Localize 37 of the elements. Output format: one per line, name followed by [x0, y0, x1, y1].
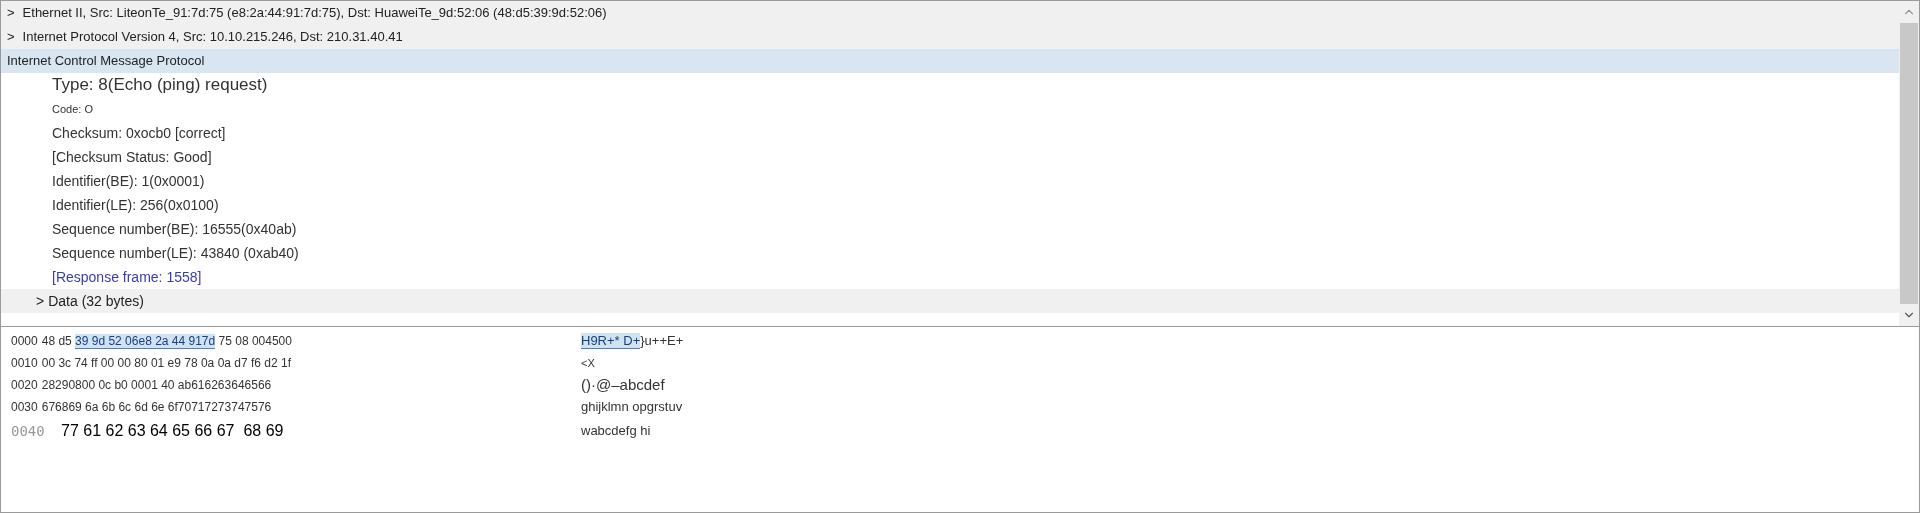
field-label: Sequence number(BE): 16555(0x40ab) — [52, 219, 297, 239]
hex-offset: 0030 — [11, 399, 38, 416]
ascii-text: wabcdefg hi — [581, 423, 651, 439]
expander-icon[interactable]: > — [7, 3, 15, 23]
hex-bytes: 00 3c 74 ff 00 00 80 01 e9 78 0a 0a d7 f6 d2 1f — [41, 355, 292, 372]
scrollbar-thumb[interactable] — [1900, 23, 1918, 304]
scrollbar[interactable] — [1899, 1, 1919, 326]
hex-offset: 0020 — [11, 377, 38, 394]
field-label: Checksum: 0xocb0 [correct] — [52, 123, 226, 143]
field-label: Data (32 bytes) — [48, 291, 144, 311]
ascii-text: <X — [581, 356, 595, 369]
hex-bytes: 77 61 62 63 64 65 66 67 68 69 — [61, 421, 284, 441]
hex-bytes: 676869 6a 6b 6c 6d 6e 6f70717273747576 — [41, 399, 272, 416]
ascii-text: ()·@–abcdef — [581, 375, 665, 393]
hex-offset: 0040 — [10, 421, 46, 441]
protocol-label: Internet Control Message Protocol — [7, 52, 205, 71]
tree-row[interactable]: > Ethernet II, Src: LiteonTe_91:7d:75 (e8:2a:44:91:7d:75), Dst: HuaweiTe_9d:52:06 (48:d5:39:9d:52:06) — [1, 1, 1899, 25]
field-label: Identifier(BE): 1(0x0001) — [52, 171, 205, 191]
field-label: Identifier(LE): 256(0x0100) — [52, 195, 219, 215]
tree-row[interactable]: > Internet Protocol Version 4, Src: 10.10.215.246, Dst: 210.31.40.41 — [1, 25, 1899, 49]
hex-bytes: 48 d5 39 9d 52 06e8 2a 44 917d 75 08 004500 — [41, 333, 292, 350]
protocol-label: Ethernet II, Src: LiteonTe_91:7d:75 (e8:2a:44:91:7d:75), Dst: HuaweiTe_9d:52:06 (48:d5:39:9d:52:06) — [22, 4, 607, 23]
tree-row[interactable]: > Data (32 bytes) — [1, 289, 1899, 313]
field-label: [Checksum Status: Good] — [52, 147, 212, 167]
response-link[interactable]: [Response frame: 1558] — [52, 266, 202, 288]
ascii-text: ghijklmn opgrstuv — [581, 399, 683, 415]
protocol-label: Internet Protocol Version 4, Src: 10.10.215.246, Dst: 210.31.40.41 — [22, 28, 403, 47]
hex-bytes: 28290800 0c b0 0001 40 ab616263646566 — [41, 377, 272, 394]
field-label: Sequence number(LE): 43840 (0xab40) — [52, 243, 299, 263]
tree-row[interactable]: Internet Control Message Protocol — [1, 49, 1899, 73]
hex-offset: 0000 — [11, 333, 38, 350]
ascii-text: H9R+* D+}u++E+ — [581, 333, 684, 350]
field-label: Type: 8(Echo (ping) request) — [52, 74, 268, 97]
hex-offset: 0010 — [11, 355, 38, 372]
expander-icon[interactable]: > — [36, 290, 45, 312]
field-label: Code: O — [52, 101, 93, 117]
expander-icon[interactable]: > — [7, 27, 15, 47]
